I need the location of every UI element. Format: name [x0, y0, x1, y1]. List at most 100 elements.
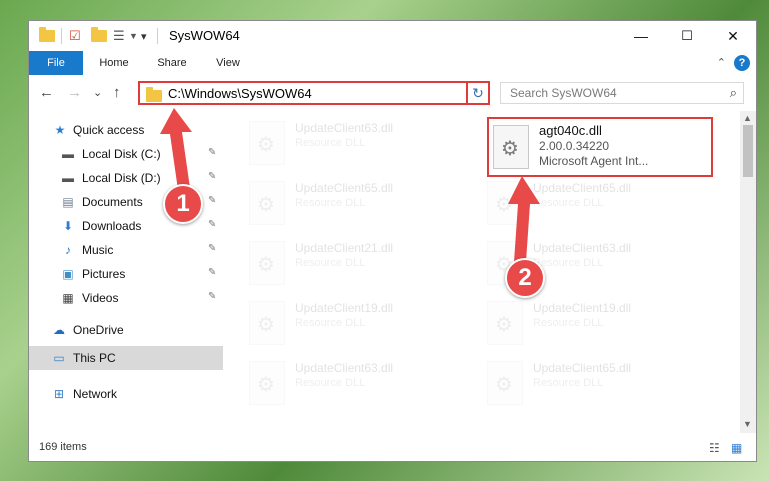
file-type: Resource DLL — [295, 257, 366, 269]
sidebar-item-label: Pictures — [82, 267, 126, 281]
tab-home[interactable]: Home — [89, 51, 139, 75]
file-name: agt040c.dll — [539, 123, 602, 138]
folder-icon — [146, 87, 162, 102]
file-tile[interactable]: UpdateClient65.dll Resource DLL — [245, 177, 465, 235]
sidebar-item-label: OneDrive — [73, 323, 124, 337]
chevron-down-icon[interactable]: ▼ — [129, 27, 138, 45]
drive-icon: ▬ — [62, 171, 74, 185]
dll-file-icon — [487, 361, 523, 405]
file-name: UpdateClient63.dll — [533, 241, 632, 255]
customize-toolbar-icon[interactable]: ☰ — [113, 27, 125, 45]
dll-file-icon — [249, 301, 285, 345]
properties-icon[interactable]: ☑ — [69, 27, 81, 45]
pin-icon[interactable]: ✎ — [208, 243, 216, 254]
tab-view[interactable]: View — [203, 51, 253, 75]
sidebar-item-videos[interactable]: ▦ Videos ✎ — [29, 286, 223, 310]
pin-icon[interactable]: ✎ — [208, 291, 216, 302]
close-button[interactable]: ✕ — [710, 21, 756, 51]
maximize-button[interactable]: ☐ — [664, 21, 710, 51]
title-bar: ☑ ☰ ▼ ▾ SysWOW64 — ☐ ✕ — [29, 21, 756, 51]
sidebar-item-label: Downloads — [82, 219, 142, 233]
star-icon: ★ — [54, 123, 66, 137]
sidebar-item-onedrive[interactable]: ☁ OneDrive — [29, 318, 223, 342]
refresh-button[interactable]: ↻ — [466, 81, 490, 105]
file-tile[interactable]: UpdateClient65.dll Resource DLL — [483, 357, 703, 415]
dll-file-icon — [487, 181, 523, 225]
sidebar-item-label: Videos — [82, 291, 119, 305]
search-input[interactable]: Search SysWOW64 ⌕ — [500, 82, 744, 104]
dll-file-icon — [249, 121, 285, 165]
back-button[interactable]: ← — [39, 84, 54, 101]
downloads-icon: ⬇ — [62, 219, 74, 233]
sidebar-item-label: This PC — [73, 351, 116, 365]
large-icons-view-icon[interactable]: ▦ — [731, 441, 742, 455]
file-name: UpdateClient65.dll — [295, 181, 394, 195]
recent-locations-button[interactable]: ⌄ — [93, 86, 102, 99]
file-explorer-window: ☑ ☰ ▼ ▾ SysWOW64 — ☐ ✕ File Home Share V… — [28, 20, 757, 462]
ribbon-tabs: File Home Share View ⌃ ? — [29, 51, 756, 76]
sidebar-item-music[interactable]: ♪ Music ✎ — [29, 238, 223, 262]
sidebar-item-label: Quick access — [73, 123, 145, 137]
cloud-icon: ☁ — [53, 323, 65, 337]
dll-file-icon — [249, 361, 285, 405]
file-name: UpdateClient65.dll — [533, 361, 632, 375]
file-type: Resource DLL — [295, 137, 366, 149]
scrollbar-thumb[interactable] — [743, 125, 753, 177]
forward-button[interactable]: → — [67, 84, 82, 101]
sidebar-item-pictures[interactable]: ▣ Pictures ✎ — [29, 262, 223, 286]
pin-icon[interactable]: ✎ — [208, 147, 216, 158]
pin-icon[interactable]: ✎ — [208, 171, 216, 182]
file-name: UpdateClient63.dll — [295, 121, 394, 135]
vertical-scrollbar[interactable]: ▲ ▼ — [740, 111, 756, 433]
navigation-pane: ★ Quick access ▬ Local Disk (C:) ✎ ▬ Loc… — [29, 111, 223, 433]
minimize-button[interactable]: — — [618, 21, 664, 51]
sidebar-item-this-pc[interactable]: ▭ This PC — [29, 346, 223, 370]
sidebar-item-network[interactable]: ⊞ Network — [29, 382, 223, 406]
pictures-icon: ▣ — [62, 267, 74, 281]
dll-file-icon — [249, 181, 285, 225]
annotation-badge-2: 2 — [505, 258, 545, 298]
sidebar-item-label: Network — [73, 387, 118, 401]
sidebar-item-local-disk-c[interactable]: ▬ Local Disk (C:) ✎ — [29, 142, 223, 166]
pin-icon[interactable]: ✎ — [208, 195, 216, 206]
file-type: Resource DLL — [533, 377, 604, 389]
file-tile[interactable]: UpdateClient63.dll Resource DLL — [245, 357, 465, 415]
pin-icon[interactable]: ✎ — [208, 219, 216, 230]
dll-file-icon — [493, 125, 529, 169]
pin-icon[interactable]: ✎ — [208, 267, 216, 278]
tab-file[interactable]: File — [29, 51, 83, 75]
videos-icon: ▦ — [62, 291, 74, 305]
help-icon[interactable]: ? — [734, 55, 750, 71]
up-button[interactable]: ↑ — [113, 84, 121, 101]
search-icon[interactable]: ⌕ — [730, 85, 737, 101]
file-type: Resource DLL — [295, 197, 366, 209]
file-tile[interactable]: UpdateClient21.dll Resource DLL — [245, 237, 465, 295]
file-name: UpdateClient65.dll — [533, 181, 632, 195]
address-path[interactable]: C:\Windows\SysWOW64 — [168, 86, 312, 101]
file-version: 2.00.0.34220 — [539, 139, 610, 153]
file-tile[interactable]: UpdateClient19.dll Resource DLL — [483, 297, 703, 355]
file-name: UpdateClient19.dll — [295, 301, 394, 315]
navigation-bar: ← → ⌄ ↑ C:\Windows\SysWOW64 ⌄ ↻ Search S… — [29, 75, 756, 111]
file-tile[interactable]: UpdateClient19.dll Resource DLL — [245, 297, 465, 355]
quick-access-dropdown-icon[interactable]: ▾ — [141, 27, 147, 45]
file-type: Resource DLL — [295, 317, 366, 329]
tab-share[interactable]: Share — [147, 51, 197, 75]
scroll-up-icon[interactable]: ▲ — [743, 113, 752, 123]
item-count: 169 items — [39, 441, 87, 453]
address-bar[interactable]: C:\Windows\SysWOW64 ⌄ — [138, 81, 488, 105]
dll-file-icon — [487, 301, 523, 345]
new-folder-icon[interactable] — [91, 27, 107, 45]
file-name: UpdateClient19.dll — [533, 301, 632, 315]
documents-icon: ▤ — [62, 195, 74, 209]
search-placeholder: Search SysWOW64 — [510, 86, 617, 100]
file-tile-agt040c[interactable]: agt040c.dll 2.00.0.34220 Microsoft Agent… — [487, 117, 713, 177]
sidebar-item-quick-access[interactable]: ★ Quick access — [29, 118, 223, 142]
collapse-ribbon-icon[interactable]: ⌃ — [717, 56, 726, 69]
file-tile[interactable]: UpdateClient63.dll Resource DLL — [245, 117, 465, 175]
file-tile[interactable]: UpdateClient65.dll Resource DLL — [483, 177, 703, 235]
scroll-down-icon[interactable]: ▼ — [743, 419, 752, 429]
file-type: Resource DLL — [533, 317, 604, 329]
details-view-icon[interactable]: ☷ — [709, 441, 720, 455]
computer-icon: ▭ — [53, 351, 65, 365]
